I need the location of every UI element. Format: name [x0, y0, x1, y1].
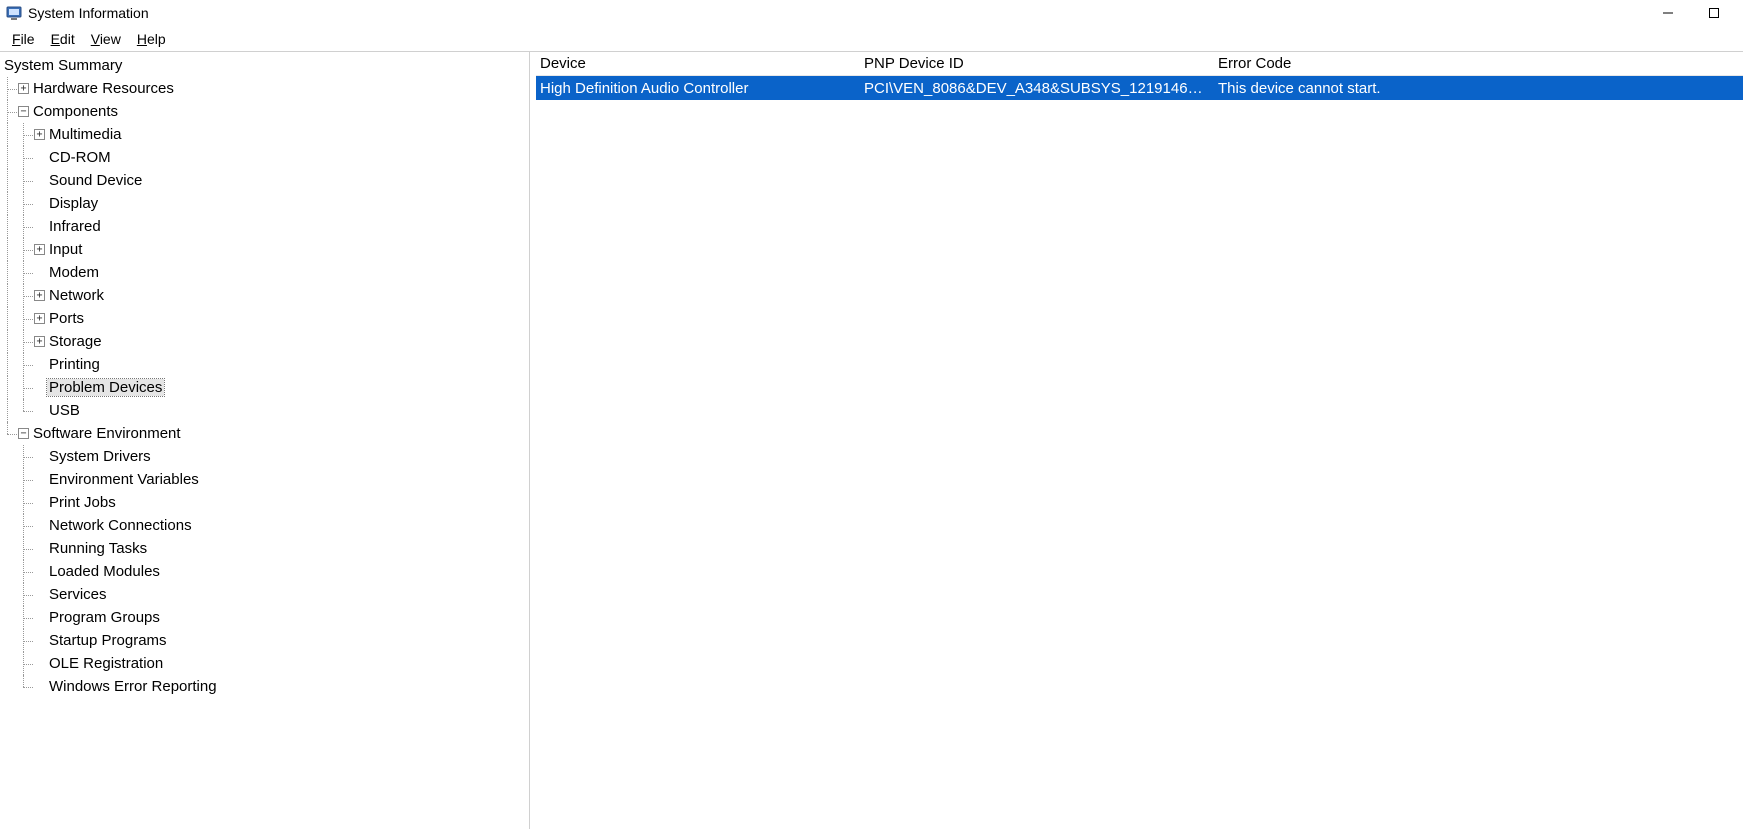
menu-view[interactable]: View — [83, 29, 129, 49]
tree-label: Program Groups — [47, 609, 162, 626]
tree-label: Print Jobs — [47, 494, 118, 511]
column-header-device[interactable]: Device — [536, 55, 860, 72]
tree-label: Environment Variables — [47, 471, 201, 488]
tree-label: Startup Programs — [47, 632, 169, 649]
menu-file[interactable]: File — [4, 29, 43, 49]
tree-label: CD-ROM — [47, 149, 113, 166]
tree-node-sound-device[interactable]: . Sound Device — [2, 169, 529, 192]
tree-node-problem-devices[interactable]: . Problem Devices — [2, 376, 529, 399]
cell-pnp-id: PCI\VEN_8086&DEV_A348&SUBSYS_12191462&..… — [860, 80, 1214, 97]
minimize-button[interactable] — [1645, 0, 1691, 26]
tree-node-hardware-resources[interactable]: + Hardware Resources — [2, 77, 529, 100]
tree-node-program-groups[interactable]: . Program Groups — [2, 606, 529, 629]
tree-node-network[interactable]: + Network — [2, 284, 529, 307]
tree-label: Sound Device — [47, 172, 144, 189]
expand-icon[interactable]: + — [34, 129, 45, 140]
tree-label: Network — [47, 287, 106, 304]
tree-label: Ports — [47, 310, 86, 327]
navigation-tree[interactable]: System Summary + Hardware Resources — [0, 52, 530, 829]
tree-node-ports[interactable]: + Ports — [2, 307, 529, 330]
tree-label: Multimedia — [47, 126, 124, 143]
tree-node-printing[interactable]: . Printing — [2, 353, 529, 376]
column-header-pnp-id[interactable]: PNP Device ID — [860, 55, 1214, 72]
menu-edit[interactable]: Edit — [43, 29, 83, 49]
tree-label: Hardware Resources — [31, 80, 176, 97]
app-icon — [6, 5, 22, 21]
tree-label: Running Tasks — [47, 540, 149, 557]
tree-node-storage[interactable]: + Storage — [2, 330, 529, 353]
tree-node-usb[interactable]: . USB — [2, 399, 529, 422]
tree-label: Infrared — [47, 218, 103, 235]
tree-node-windows-error-reporting[interactable]: . Windows Error Reporting — [2, 675, 529, 698]
expand-icon[interactable]: + — [18, 83, 29, 94]
tree-label: Input — [47, 241, 84, 258]
cell-error-code: This device cannot start. — [1214, 80, 1472, 97]
tree-label: Display — [47, 195, 100, 212]
tree-node-cdrom[interactable]: . CD-ROM — [2, 146, 529, 169]
title-bar: System Information — [0, 0, 1743, 26]
grid-header[interactable]: Device PNP Device ID Error Code — [536, 52, 1743, 76]
tree-node-startup-programs[interactable]: . Startup Programs — [2, 629, 529, 652]
tree-node-loaded-modules[interactable]: . Loaded Modules — [2, 560, 529, 583]
tree-node-environment-variables[interactable]: . Environment Variables — [2, 468, 529, 491]
tree-label: Storage — [47, 333, 104, 350]
collapse-icon[interactable]: − — [18, 428, 29, 439]
tree-label: Problem Devices — [47, 379, 164, 396]
tree-label: Components — [31, 103, 120, 120]
table-row[interactable]: High Definition Audio Controller PCI\VEN… — [536, 76, 1743, 100]
collapse-icon[interactable]: − — [18, 106, 29, 117]
tree-label: Printing — [47, 356, 102, 373]
tree-node-multimedia[interactable]: + Multimedia — [2, 123, 529, 146]
tree-label: Services — [47, 586, 109, 603]
cell-device: High Definition Audio Controller — [536, 80, 860, 97]
tree-label: System Summary — [2, 57, 124, 74]
tree-label: OLE Registration — [47, 655, 165, 672]
tree-label: Loaded Modules — [47, 563, 162, 580]
main-area: System Summary + Hardware Resources — [0, 52, 1743, 829]
tree-label: Software Environment — [31, 425, 183, 442]
detail-pane: Device PNP Device ID Error Code High Def… — [530, 52, 1743, 829]
tree-node-software-environment[interactable]: − Software Environment — [2, 422, 529, 445]
expand-icon[interactable]: + — [34, 336, 45, 347]
maximize-button[interactable] — [1691, 0, 1737, 26]
tree-node-ole-registration[interactable]: . OLE Registration — [2, 652, 529, 675]
column-header-error-code[interactable]: Error Code — [1214, 55, 1472, 72]
menu-help[interactable]: Help — [129, 29, 174, 49]
expand-icon[interactable]: + — [34, 290, 45, 301]
tree-node-print-jobs[interactable]: . Print Jobs — [2, 491, 529, 514]
tree-node-components[interactable]: − Components — [2, 100, 529, 123]
tree-node-input[interactable]: + Input — [2, 238, 529, 261]
tree-node-running-tasks[interactable]: . Running Tasks — [2, 537, 529, 560]
tree-node-system-drivers[interactable]: . System Drivers — [2, 445, 529, 468]
tree-node-services[interactable]: . Services — [2, 583, 529, 606]
window-title: System Information — [28, 5, 149, 21]
tree-label: Modem — [47, 264, 101, 281]
tree-label: USB — [47, 402, 82, 419]
tree-node-display[interactable]: . Display — [2, 192, 529, 215]
tree-label: Windows Error Reporting — [47, 678, 219, 695]
tree-label: Network Connections — [47, 517, 194, 534]
expand-icon[interactable]: + — [34, 244, 45, 255]
menu-bar: File Edit View Help — [0, 26, 1743, 52]
tree-node-infrared[interactable]: . Infrared — [2, 215, 529, 238]
tree-node-modem[interactable]: . Modem — [2, 261, 529, 284]
tree-label: System Drivers — [47, 448, 153, 465]
expand-icon[interactable]: + — [34, 313, 45, 324]
tree-node-network-connections[interactable]: . Network Connections — [2, 514, 529, 537]
tree-node-system-summary[interactable]: System Summary — [2, 54, 529, 77]
